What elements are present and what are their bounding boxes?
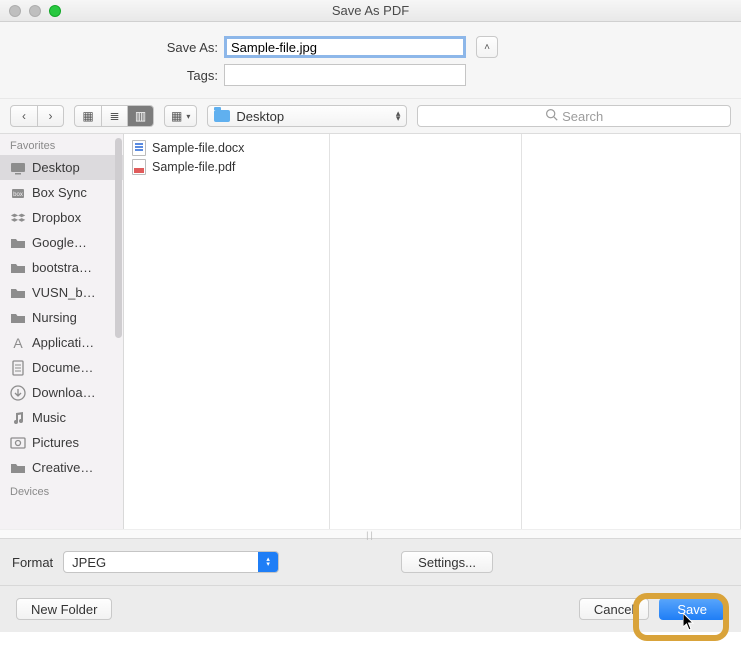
file-browser: Favorites Desktop box Box Sync Dropbox Googl… (0, 134, 741, 529)
saveas-label: Save As: (0, 40, 224, 55)
sidebar-item[interactable]: bootstra… (0, 255, 123, 280)
search-placeholder: Search (562, 109, 603, 124)
forward-button[interactable]: › (37, 106, 63, 126)
icon-view-button[interactable]: ▦ (75, 106, 101, 126)
doc-icon (10, 360, 26, 376)
file-item[interactable]: Sample-file.pdf (124, 157, 329, 176)
folder-icon (10, 285, 26, 301)
back-button[interactable]: ‹ (11, 106, 37, 126)
folder-icon (10, 235, 26, 251)
grid-icon: ▦ (82, 109, 93, 123)
file-item[interactable]: Sample-file.docx (124, 138, 329, 157)
updown-icon: ▴▾ (396, 111, 401, 121)
format-value: JPEG (72, 555, 106, 570)
cancel-button[interactable]: Cancel (579, 598, 649, 620)
browser-toolbar: ‹ › ▦ ≣ ▥ ▦ ▾ Desktop ▴▾ Search (0, 98, 741, 134)
chevron-up-icon: ˄ (484, 42, 490, 53)
sidebar-item[interactable]: A Applicati… (0, 330, 123, 355)
svg-text:A: A (13, 335, 23, 351)
arrange-icon: ▦ (171, 109, 182, 123)
sidebar-item-label: Dropbox (32, 210, 81, 225)
sidebar: Favorites Desktop box Box Sync Dropbox Googl… (0, 134, 124, 529)
sidebar-item-label: Nursing (32, 310, 77, 325)
updown-icon: ▴▾ (258, 552, 278, 572)
desktop-icon (10, 160, 26, 176)
format-select[interactable]: JPEG ▴▾ (63, 551, 279, 573)
sidebar-item-label: Box Sync (32, 185, 87, 200)
folder-icon (10, 310, 26, 326)
chevron-down-icon: ▾ (186, 112, 190, 121)
sidebar-section-devices: Devices (0, 480, 123, 501)
dialog-footer: New Folder Cancel Save (0, 586, 741, 632)
file-icon (132, 159, 146, 175)
sidebar-item[interactable]: Pictures (0, 430, 123, 455)
settings-button[interactable]: Settings... (401, 551, 493, 573)
sidebar-item-label: VUSN_b… (32, 285, 96, 300)
sidebar-item-label: Music (32, 410, 66, 425)
sidebar-item[interactable]: Google… (0, 230, 123, 255)
new-folder-button[interactable]: New Folder (16, 598, 112, 620)
sidebar-item-label: Desktop (32, 160, 80, 175)
list-icon: ≣ (109, 109, 119, 123)
sidebar-item-label: Docume… (32, 360, 93, 375)
sidebar-section-favorites: Favorites (0, 134, 123, 155)
view-mode-segment: ▦ ≣ ▥ (74, 105, 154, 127)
sidebar-item[interactable]: Creative… (0, 455, 123, 480)
sidebar-item[interactable]: Music (0, 405, 123, 430)
format-bar: Format JPEG ▴▾ Settings... (0, 539, 741, 586)
folder-icon (214, 110, 230, 122)
sidebar-item-label: Google… (32, 235, 87, 250)
search-field[interactable]: Search (417, 105, 731, 127)
chevron-left-icon: ‹ (22, 109, 26, 123)
save-button[interactable]: Save (659, 598, 725, 620)
app-icon: A (10, 335, 26, 351)
file-icon (132, 140, 146, 156)
sidebar-item[interactable]: Downloa… (0, 380, 123, 405)
sidebar-item-label: bootstra… (32, 260, 92, 275)
columns-icon: ▥ (135, 109, 146, 123)
search-icon (545, 108, 558, 124)
resize-handle[interactable]: || (0, 529, 741, 539)
music-icon (10, 410, 26, 426)
tags-label: Tags: (0, 68, 224, 83)
file-name: Sample-file.pdf (152, 160, 235, 174)
pictures-icon (10, 435, 26, 451)
chevron-right-icon: › (49, 109, 53, 123)
dropbox-icon (10, 210, 26, 226)
sidebar-item-label: Applicati… (32, 335, 94, 350)
column-view-button[interactable]: ▥ (127, 106, 153, 126)
sidebar-item[interactable]: Nursing (0, 305, 123, 330)
save-form: Save As: ˄ Tags: (0, 22, 741, 98)
sidebar-item-label: Creative… (32, 460, 93, 475)
sidebar-item[interactable]: Desktop (0, 155, 123, 180)
window-title: Save As PDF (0, 3, 741, 18)
file-column-1: Sample-file.docx Sample-file.pdf (124, 134, 330, 529)
download-icon (10, 385, 26, 401)
saveas-input[interactable] (224, 36, 466, 58)
list-view-button[interactable]: ≣ (101, 106, 127, 126)
sidebar-item-label: Downloa… (32, 385, 96, 400)
file-column-2 (330, 134, 522, 529)
folder-icon (10, 260, 26, 276)
folder-icon (10, 460, 26, 476)
sidebar-scrollbar[interactable] (115, 138, 122, 338)
sidebar-item[interactable]: box Box Sync (0, 180, 123, 205)
arrange-menu[interactable]: ▦ ▾ (164, 105, 197, 127)
sidebar-item-label: Pictures (32, 435, 79, 450)
tags-input[interactable] (224, 64, 466, 86)
sidebar-item[interactable]: Dropbox (0, 205, 123, 230)
sidebar-item[interactable]: VUSN_b… (0, 280, 123, 305)
format-label: Format (12, 555, 53, 570)
collapse-toggle-button[interactable]: ˄ (476, 36, 498, 58)
location-popup[interactable]: Desktop ▴▾ (207, 105, 407, 127)
svg-text:box: box (13, 192, 23, 198)
file-column-3 (522, 134, 741, 529)
nav-buttons: ‹ › (10, 105, 64, 127)
sidebar-item[interactable]: Docume… (0, 355, 123, 380)
box-icon: box (10, 185, 26, 201)
file-name: Sample-file.docx (152, 141, 244, 155)
titlebar: Save As PDF (0, 0, 741, 22)
location-label: Desktop (236, 109, 284, 124)
